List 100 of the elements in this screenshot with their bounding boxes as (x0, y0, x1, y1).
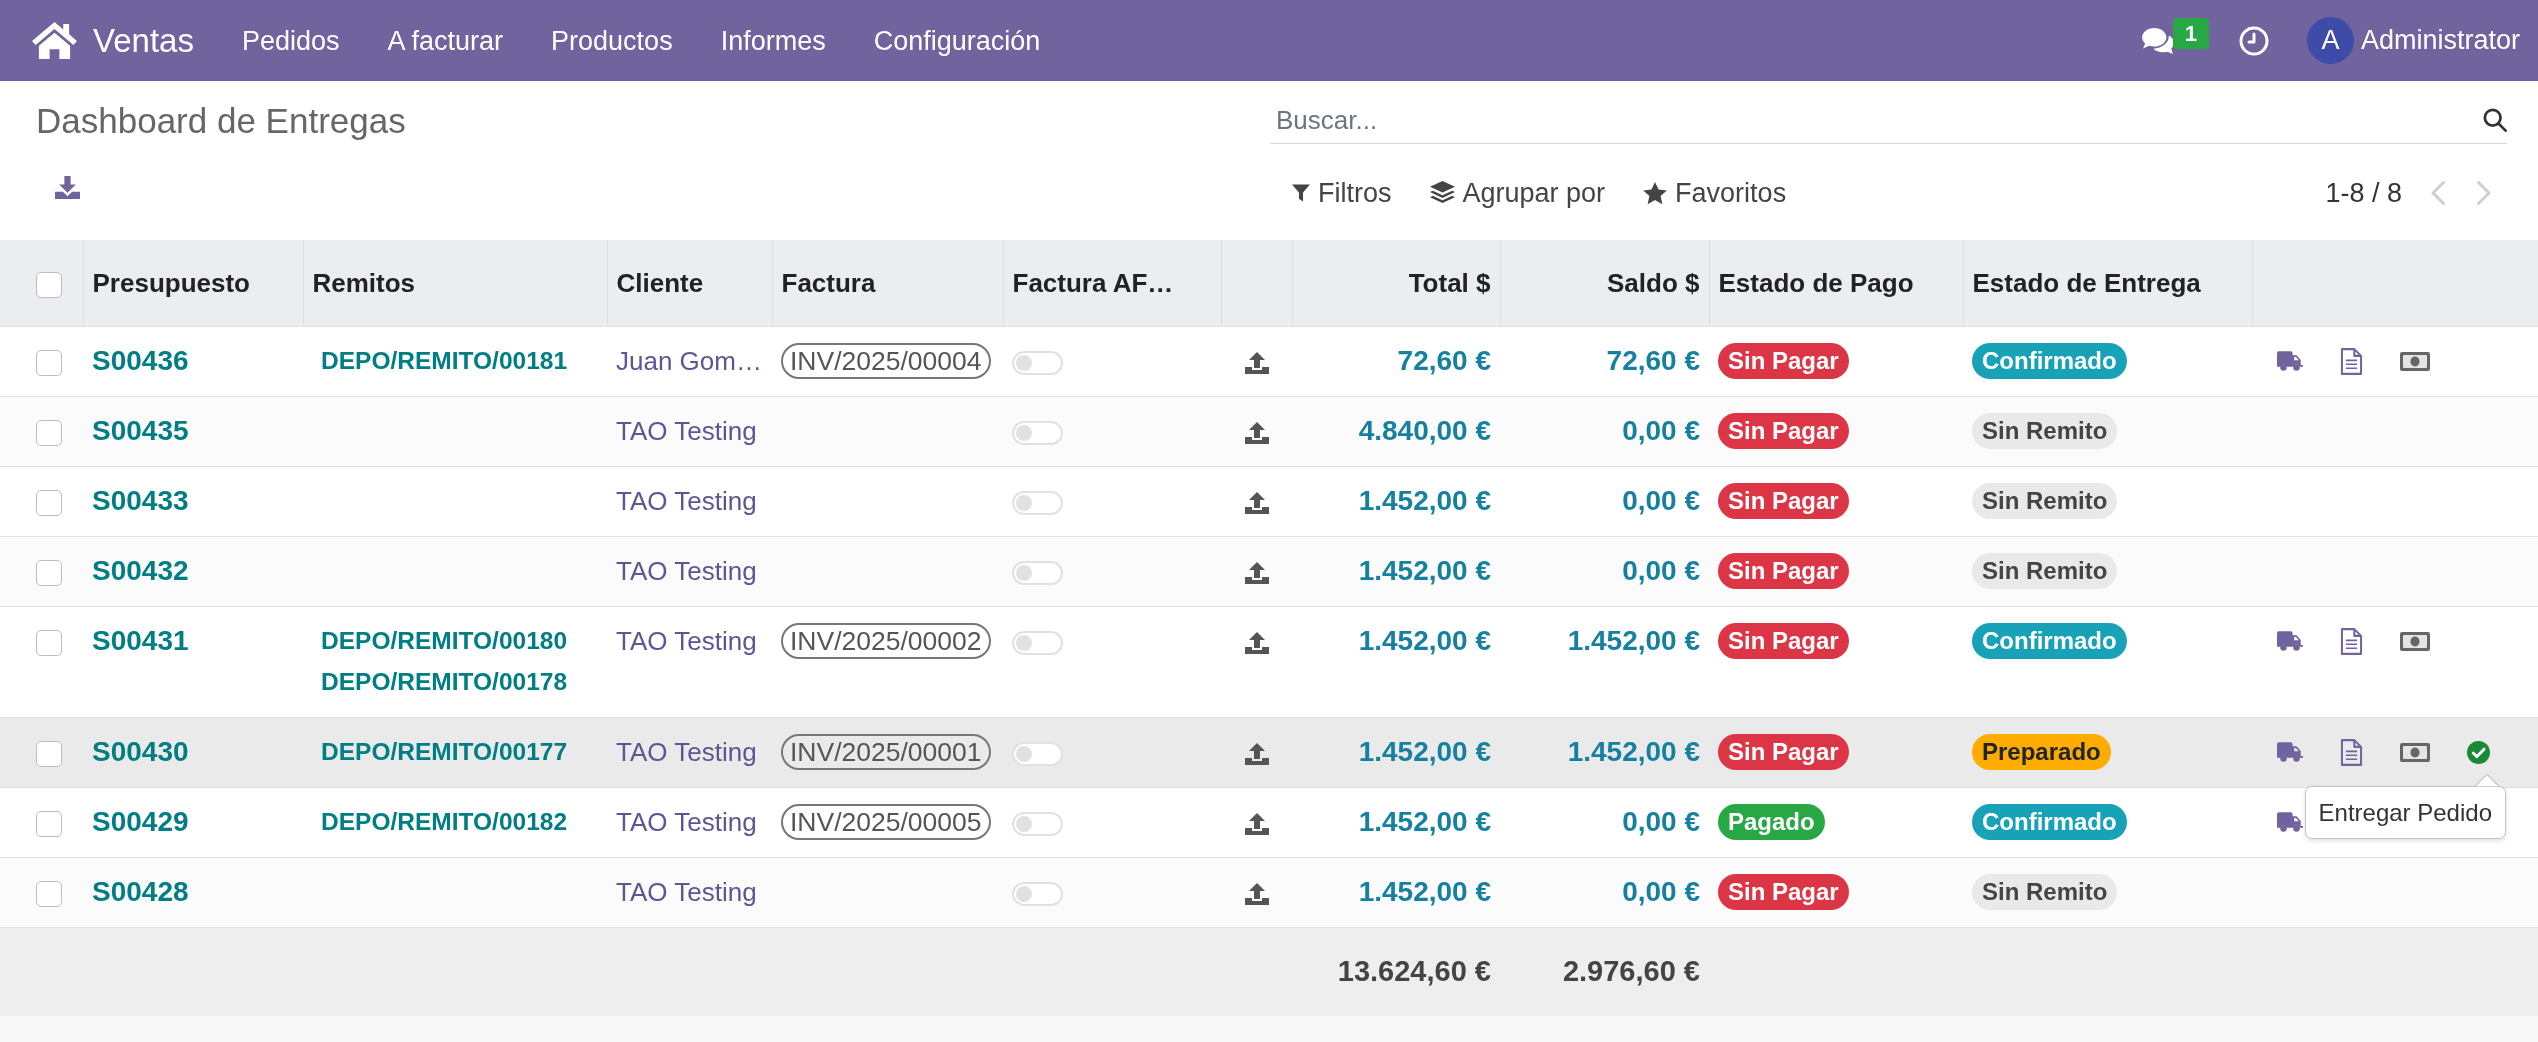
menu-item[interactable]: Configuración (849, 20, 1065, 61)
amount-balance: 0,00 € (1622, 876, 1700, 907)
layers-icon (1429, 181, 1455, 205)
column-header[interactable]: Presupuesto (83, 240, 303, 327)
upload-icon[interactable] (1244, 743, 1269, 766)
delivery-note-link[interactable]: DEPO/REMITO/00180 (321, 623, 567, 659)
user-avatar[interactable]: A (2306, 17, 2354, 64)
upload-icon[interactable] (1244, 813, 1269, 836)
column-header[interactable]: Estado de Entrega (1963, 240, 2252, 327)
truck-icon[interactable] (2277, 631, 2303, 651)
favorites-button[interactable]: Favoritos (1629, 172, 1801, 214)
user-name[interactable]: Administrator (2360, 20, 2520, 61)
order-link[interactable]: S00431 (92, 625, 189, 656)
order-link[interactable]: S00433 (92, 485, 189, 516)
toggle-switch[interactable] (1012, 631, 1063, 656)
home-icon[interactable] (31, 21, 78, 60)
toggle-switch[interactable] (1012, 812, 1063, 837)
chat-icon[interactable] (2140, 26, 2175, 55)
banknote-icon[interactable] (2400, 742, 2430, 762)
delivery-status-badge: Preparado (1972, 734, 2111, 770)
delivery-note-link[interactable]: DEPO/REMITO/00177 (321, 734, 567, 770)
customer-name: TAO Testing (616, 626, 757, 656)
order-link[interactable]: S00428 (92, 876, 189, 907)
delivery-status-badge: Sin Remito (1972, 553, 2118, 589)
menu-item[interactable]: A facturar (363, 20, 528, 61)
customer-name: TAO Testing (616, 807, 757, 837)
upload-icon[interactable] (1244, 562, 1269, 585)
table-row[interactable]: S00436 DEPO/REMITO/00181 Juan Gom… INV/2025/00004 72,60 € 72,60 € Sin Pagar Confirmado (0, 326, 2538, 397)
document-icon[interactable] (2340, 627, 2363, 655)
row-checkbox[interactable] (36, 490, 62, 517)
toggle-switch[interactable] (1012, 421, 1063, 446)
download-icon[interactable] (55, 176, 80, 199)
row-checkbox[interactable] (36, 811, 62, 838)
table-row[interactable]: S00435 TAO Testing 4.840,00 € 0,00 € Sin Pagar Sin Remito (0, 396, 2538, 467)
payment-status-badge: Sin Pagar (1718, 623, 1849, 659)
truck-icon[interactable] (2277, 812, 2303, 832)
row-checkbox[interactable] (36, 560, 62, 587)
toggle-switch[interactable] (1012, 882, 1063, 907)
column-header[interactable]: Cliente (607, 240, 772, 327)
total-sum: 13.624,60 € (1337, 955, 1491, 987)
order-link[interactable]: S00430 (92, 736, 189, 767)
check-circle-icon[interactable] (2467, 740, 2490, 764)
column-header[interactable]: Saldo $ (1500, 240, 1709, 327)
column-header[interactable]: Factura AF… (1003, 240, 1221, 327)
clock-icon[interactable] (2238, 25, 2269, 56)
truck-icon[interactable] (2277, 351, 2303, 371)
payment-status-badge: Sin Pagar (1718, 734, 1849, 770)
column-header[interactable]: Estado de Pago (1709, 240, 1963, 327)
toggle-switch[interactable] (1012, 742, 1063, 767)
row-checkbox[interactable] (36, 350, 62, 377)
delivery-note-link[interactable]: DEPO/REMITO/00178 (321, 664, 567, 700)
filters-button[interactable]: Filtros (1278, 172, 1406, 214)
banknote-icon[interactable] (2400, 351, 2430, 371)
delivery-status-badge: Confirmado (1972, 623, 2127, 659)
customer-name: TAO Testing (616, 556, 757, 586)
pager-value[interactable]: 1-8 / 8 (2325, 172, 2402, 214)
column-header[interactable]: Factura (772, 240, 1003, 327)
row-checkbox[interactable] (36, 420, 62, 447)
truck-icon[interactable] (2277, 742, 2303, 762)
table-row[interactable]: S00431 DEPO/REMITO/00180 DEPO/REMITO/00178 TAO Testing INV/2025/00002 1.452,00 € 1.452,00 € Sin Pagar Confirmado (0, 606, 2538, 718)
select-all-checkbox[interactable] (36, 272, 62, 299)
table-row[interactable]: S00432 TAO Testing 1.452,00 € 0,00 € Sin Pagar Sin Remito (0, 536, 2538, 607)
upload-icon[interactable] (1244, 883, 1269, 906)
toggle-switch[interactable] (1012, 561, 1063, 586)
table-row[interactable]: S00428 TAO Testing 1.452,00 € 0,00 € Sin Pagar Sin Remito (0, 857, 2538, 928)
column-header[interactable]: Remitos (303, 240, 607, 327)
column-header[interactable]: Total $ (1292, 240, 1500, 327)
search-field[interactable]: Buscar... (1270, 97, 2483, 143)
upload-icon[interactable] (1244, 422, 1269, 445)
menu-item[interactable]: Pedidos (217, 20, 364, 61)
funnel-icon (1292, 184, 1310, 202)
app-name[interactable]: Ventas (93, 20, 194, 61)
invoice-tag: INV/2025/00004 (781, 343, 991, 379)
upload-icon[interactable] (1244, 492, 1269, 515)
document-icon[interactable] (2340, 347, 2363, 375)
delivery-note-link[interactable]: DEPO/REMITO/00182 (321, 804, 567, 840)
document-icon[interactable] (2340, 738, 2363, 766)
group-by-button[interactable]: Agrupar por (1415, 172, 1620, 214)
row-checkbox[interactable] (36, 741, 62, 768)
page-title: Dashboard de Entregas (36, 100, 407, 141)
menu-item[interactable]: Productos (527, 20, 697, 61)
order-link[interactable]: S00432 (92, 555, 189, 586)
upload-icon[interactable] (1244, 352, 1269, 375)
toggle-switch[interactable] (1012, 491, 1063, 516)
order-link[interactable]: S00436 (92, 345, 189, 376)
payment-status-badge: Pagado (1718, 804, 1825, 840)
upload-icon[interactable] (1244, 632, 1269, 655)
toggle-switch[interactable] (1012, 351, 1063, 376)
banknote-icon[interactable] (2400, 631, 2430, 651)
delivery-note-link[interactable]: DEPO/REMITO/00181 (321, 343, 567, 379)
menu-item[interactable]: Informes (696, 20, 850, 61)
delivery-status-badge: Confirmado (1972, 343, 2127, 379)
row-checkbox[interactable] (36, 630, 62, 657)
order-link[interactable]: S00429 (92, 806, 189, 837)
message-count-badge: 1 (2172, 17, 2209, 49)
amount-total: 4.840,00 € (1358, 415, 1491, 446)
row-checkbox[interactable] (36, 881, 62, 908)
search-icon[interactable] (2483, 108, 2507, 132)
order-link[interactable]: S00435 (92, 415, 189, 446)
table-row[interactable]: S00433 TAO Testing 1.452,00 € 0,00 € Sin Pagar Sin Remito (0, 466, 2538, 537)
